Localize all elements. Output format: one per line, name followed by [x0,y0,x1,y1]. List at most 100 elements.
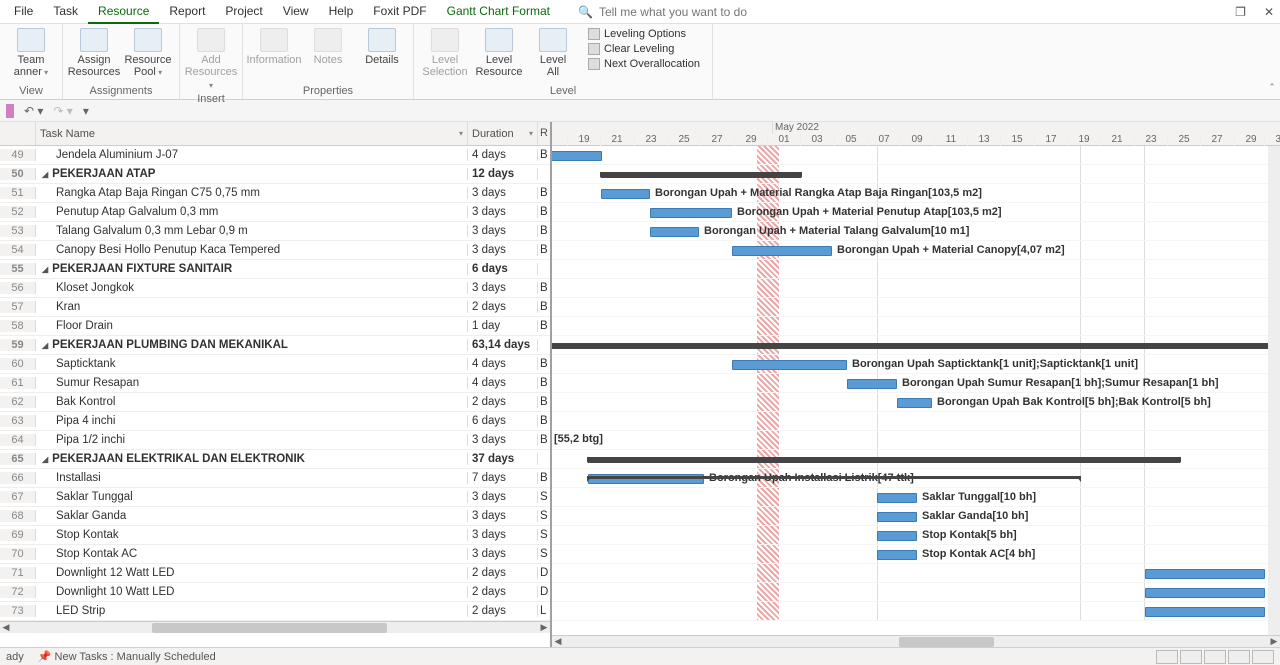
table-row[interactable]: 60Sapticktank4 daysB [0,355,550,374]
resource-cell[interactable]: B [538,301,550,313]
row-number[interactable]: 55 [0,263,36,275]
duration-cell[interactable]: 12 days [468,168,538,180]
tell-me-search[interactable]: 🔍 Tell me what you want to do [578,5,747,19]
gantt-summary-bar[interactable] [588,457,1180,463]
gantt-task-bar[interactable]: Saklar Tunggal[10 bh] [877,493,917,503]
gantt-task-bar[interactable]: Borongan Upah + Material Penutup Atap[10… [650,208,732,218]
row-number[interactable]: 71 [0,567,36,579]
task-name-cell[interactable]: Saklar Tunggal [36,491,468,503]
table-row[interactable]: 57Kran2 daysB [0,298,550,317]
gantt-task-bar[interactable]: Stop Kontak AC[4 bh] [877,550,917,560]
table-row[interactable]: 55PEKERJAAN FIXTURE SANITAIR6 days [0,260,550,279]
duration-cell[interactable]: 3 days [468,187,538,199]
duration-cell[interactable]: 2 days [468,605,538,617]
task-name-cell[interactable]: PEKERJAAN FIXTURE SANITAIR [36,263,468,275]
row-number[interactable]: 62 [0,396,36,408]
gantt-task-bar[interactable] [552,151,602,161]
gantt-chart[interactable]: May 202219212325272901030507091113151719… [552,122,1280,647]
row-number[interactable]: 65 [0,453,36,465]
row-number[interactable]: 73 [0,605,36,617]
gantt-task-bar[interactable]: Borongan Upah + Material Talang Galvalum… [650,227,699,237]
gantt-row[interactable] [552,317,1280,336]
resource-cell[interactable]: B [538,415,550,427]
duration-cell[interactable]: 3 days [468,529,538,541]
menu-file[interactable]: File [4,0,43,24]
gantt-task-bar[interactable]: Borongan Upah Sapticktank[1 unit];Saptic… [732,360,847,370]
gantt-task-bar[interactable]: Borongan Upah + Material Canopy[4,07 m2] [732,246,832,256]
table-row[interactable]: 54Canopy Besi Hollo Penutup Kaca Tempere… [0,241,550,260]
resource-cell[interactable]: S [538,529,550,541]
table-row[interactable]: 61Sumur Resapan4 daysB [0,374,550,393]
row-number[interactable]: 59 [0,339,36,351]
gantt-row[interactable] [552,298,1280,317]
duration-cell[interactable]: 2 days [468,567,538,579]
row-number[interactable]: 50 [0,168,36,180]
task-name-cell[interactable]: Kran [36,301,468,313]
row-number[interactable]: 61 [0,377,36,389]
duration-cell[interactable]: 3 days [468,244,538,256]
gantt-task-bar[interactable]: Borongan Upah Bak Kontrol[5 bh];Bak Kont… [897,398,932,408]
duration-cell[interactable]: 2 days [468,586,538,598]
gantt-row[interactable] [552,146,1280,165]
gantt-task-bar[interactable]: Downlight 12 W [1145,569,1265,579]
table-row[interactable]: 58Floor Drain1 dayB [0,317,550,336]
duration-cell[interactable]: 1 day [468,320,538,332]
gantt-task-bar[interactable]: Saklar Ganda[10 bh] [877,512,917,522]
task-name-cell[interactable]: Pipa 1/2 inchi [36,434,468,446]
undo-icon[interactable]: ↶ ▾ [24,104,43,118]
gantt-task-bar[interactable]: Downlight 10 W [1145,588,1265,598]
menu-gantt-chart-format[interactable]: Gantt Chart Format [437,0,560,24]
task-name-cell[interactable]: PEKERJAAN PLUMBING DAN MEKANIKAL [36,339,468,351]
row-number[interactable]: 49 [0,149,36,161]
task-name-cell[interactable]: Rangka Atap Baja Ringan C75 0,75 mm [36,187,468,199]
table-row[interactable]: 65PEKERJAAN ELEKTRIKAL DAN ELEKTRONIK37 … [0,450,550,469]
resource-cell[interactable]: S [538,491,550,503]
resource-cell[interactable]: B [538,472,550,484]
row-number-header[interactable] [0,122,36,145]
task-name-cell[interactable]: LED Strip [36,605,468,617]
resource-cell[interactable]: B [538,358,550,370]
task-name-cell[interactable]: Downlight 10 Watt LED [36,586,468,598]
close-icon[interactable]: ✕ [1264,5,1274,19]
task-name-header[interactable]: Task Name▾ [36,122,468,145]
table-row[interactable]: 73LED Strip2 daysL [0,602,550,621]
vertical-scrollbar[interactable] [1268,146,1280,635]
table-row[interactable]: 64Pipa 1/2 inchi3 daysB [0,431,550,450]
table-row[interactable]: 50PEKERJAAN ATAP12 days [0,165,550,184]
grid-h-scrollbar[interactable]: ◀▶ [0,621,550,633]
table-row[interactable]: 62Bak Kontrol2 daysB [0,393,550,412]
table-row[interactable]: 68Saklar Ganda3 daysS [0,507,550,526]
table-row[interactable]: 59PEKERJAAN PLUMBING DAN MEKANIKAL63,14 … [0,336,550,355]
menu-help[interactable]: Help [319,0,364,24]
row-number[interactable]: 66 [0,472,36,484]
view-task-usage-icon[interactable] [1180,650,1202,664]
row-number[interactable]: 56 [0,282,36,294]
gantt-summary-bar[interactable] [601,172,801,178]
duration-cell[interactable]: 7 days [468,472,538,484]
resource-cell[interactable]: L [538,605,550,617]
menu-foxit-pdf[interactable]: Foxit PDF [363,0,436,24]
duration-cell[interactable]: 6 days [468,263,538,275]
duration-cell[interactable]: 63,14 days [468,339,538,351]
menu-task[interactable]: Task [43,0,88,24]
task-name-cell[interactable]: Stop Kontak [36,529,468,541]
table-row[interactable]: 67Saklar Tunggal3 daysS [0,488,550,507]
row-number[interactable]: 54 [0,244,36,256]
duration-cell[interactable]: 3 days [468,282,538,294]
task-name-cell[interactable]: Saklar Ganda [36,510,468,522]
resource-cell[interactable]: B [538,187,550,199]
ribbon-leveling-options[interactable]: Leveling Options [588,28,700,40]
resource-cell[interactable]: D [538,567,550,579]
gantt-summary-bar[interactable] [552,343,1280,349]
resource-cell[interactable]: B [538,282,550,294]
duration-cell[interactable]: 6 days [468,415,538,427]
task-name-cell[interactable]: Jendela Aluminium J-07 [36,149,468,161]
row-number[interactable]: 64 [0,434,36,446]
ribbon-details-button[interactable]: Details [357,26,407,66]
view-report-icon[interactable] [1252,650,1274,664]
gantt-timescale[interactable]: May 202219212325272901030507091113151719… [552,122,1280,146]
table-row[interactable]: 51Rangka Atap Baja Ringan C75 0,75 mm3 d… [0,184,550,203]
task-name-cell[interactable]: PEKERJAAN ATAP [36,168,468,180]
gantt-task-bar[interactable]: Borongan Upah + Material Rangka Atap Baj… [601,189,650,199]
gantt-row[interactable] [552,412,1280,431]
